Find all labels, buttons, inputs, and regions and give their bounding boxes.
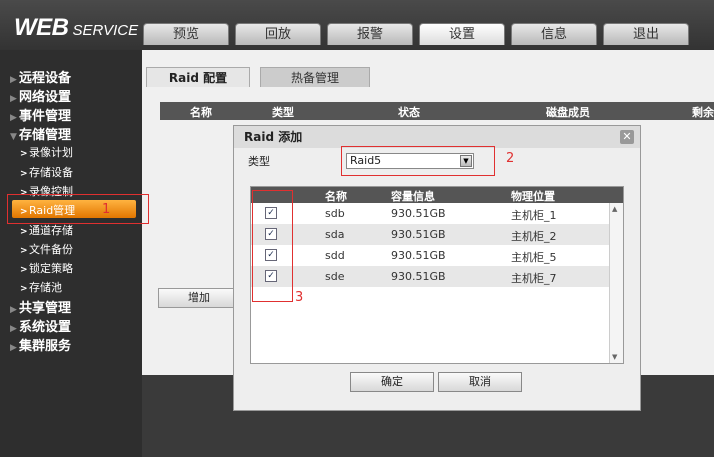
- sidebar-item-storage[interactable]: ▼ 存储管理: [10, 124, 71, 143]
- chevron-right-icon: >: [20, 246, 28, 256]
- tab-hot-spare[interactable]: 热备管理: [260, 67, 370, 87]
- annotation-box-3: [252, 190, 293, 302]
- sidebar-item-label: 网络设置: [19, 90, 72, 105]
- dialog-title: Raid 添加: [234, 126, 640, 148]
- sidebar-item-label: 锁定策略: [29, 262, 73, 275]
- sidebar-item-label: 存储设备: [29, 166, 73, 179]
- chevron-right-icon: ▶: [10, 75, 17, 85]
- annotation-number-2: 2: [506, 151, 515, 166]
- chevron-right-icon: ▶: [10, 94, 17, 104]
- raid-table-header: 名称 类型 状态 磁盘成员 剩余: [160, 102, 714, 120]
- annotation-number-1: 1: [102, 202, 111, 217]
- top-bar: WEB SERVICE 预览 回放 报警 设置 信息 退出: [0, 0, 714, 50]
- chevron-right-icon: >: [20, 149, 28, 159]
- disk-name: sdd: [325, 249, 345, 262]
- sidebar-item-label: 集群服务: [19, 339, 72, 354]
- logo-main: WEB: [14, 14, 69, 41]
- sidebar-item-label: 存储管理: [19, 128, 72, 143]
- sidebar-item-record-schedule[interactable]: >录像计划: [20, 144, 73, 160]
- annotation-box-2: [341, 146, 495, 176]
- add-button[interactable]: 增加: [158, 288, 240, 308]
- sidebar-item-event[interactable]: ▶ 事件管理: [10, 105, 71, 124]
- scrollbar[interactable]: ▲ ▼: [609, 203, 623, 363]
- col-location: 物理位置: [511, 190, 555, 203]
- disk-list-header: 名称 容量信息 物理位置: [251, 187, 623, 203]
- sidebar-item-label: 系统设置: [19, 320, 72, 335]
- nav-tab-playback[interactable]: 回放: [235, 23, 321, 45]
- chevron-right-icon: ▶: [10, 324, 17, 334]
- close-icon[interactable]: ✕: [620, 130, 634, 144]
- disk-list: 名称 容量信息 物理位置 ✓ sdb 930.51GB 主机柜_1 ✓ sda …: [250, 186, 624, 364]
- ok-button[interactable]: 确定: [350, 372, 434, 392]
- logo: WEB SERVICE: [14, 14, 138, 42]
- sidebar-item-channel-storage[interactable]: >通道存储: [20, 222, 73, 238]
- sidebar-item-storage-device[interactable]: >存储设备: [20, 164, 73, 180]
- disk-row[interactable]: ✓ sde 930.51GB 主机柜_7: [251, 266, 609, 287]
- col-type: 类型: [272, 106, 294, 119]
- disk-row[interactable]: ✓ sdb 930.51GB 主机柜_1: [251, 203, 609, 224]
- sidebar-item-label: 文件备份: [29, 243, 73, 256]
- annotation-box-1: [7, 194, 149, 224]
- scroll-down-icon[interactable]: ▼: [612, 353, 617, 361]
- sidebar-item-cluster[interactable]: ▶ 集群服务: [10, 335, 71, 354]
- disk-row[interactable]: ✓ sda 930.51GB 主机柜_2: [251, 224, 609, 245]
- sidebar-item-remote-device[interactable]: ▶ 远程设备: [10, 67, 71, 86]
- chevron-right-icon: >: [20, 265, 28, 275]
- chevron-right-icon: ▶: [10, 343, 17, 353]
- nav-tab-settings[interactable]: 设置: [419, 23, 505, 45]
- col-status: 状态: [398, 106, 420, 119]
- nav-tab-logout[interactable]: 退出: [603, 23, 689, 45]
- sidebar-item-network[interactable]: ▶ 网络设置: [10, 86, 71, 105]
- chevron-down-icon: ▼: [10, 132, 17, 142]
- sidebar-item-label: 远程设备: [19, 71, 72, 86]
- disk-location: 主机柜_5: [511, 251, 557, 264]
- nav-tab-alarm[interactable]: 报警: [327, 23, 413, 45]
- sidebar-item-system[interactable]: ▶ 系统设置: [10, 316, 71, 335]
- type-label: 类型: [248, 155, 270, 168]
- logo-sub: SERVICE: [72, 22, 139, 39]
- disk-location: 主机柜_2: [511, 230, 557, 243]
- disk-location: 主机柜_7: [511, 272, 557, 285]
- chevron-right-icon: ▶: [10, 305, 17, 315]
- sidebar-item-file-backup[interactable]: >文件备份: [20, 241, 73, 257]
- scroll-up-icon[interactable]: ▲: [612, 205, 617, 213]
- sidebar-item-label: 共享管理: [19, 301, 72, 316]
- col-remaining: 剩余: [692, 106, 714, 119]
- sidebar-item-label: 录像计划: [29, 146, 73, 159]
- nav-tab-info[interactable]: 信息: [511, 23, 597, 45]
- annotation-number-3: 3: [295, 290, 304, 305]
- sidebar-item-lock-policy[interactable]: >锁定策略: [20, 260, 73, 276]
- col-name: 名称: [190, 106, 212, 119]
- nav-tab-preview[interactable]: 预览: [143, 23, 229, 45]
- sidebar-item-label: 通道存储: [29, 224, 73, 237]
- chevron-right-icon: >: [20, 169, 28, 179]
- disk-row[interactable]: ✓ sdd 930.51GB 主机柜_5: [251, 245, 609, 266]
- disk-location: 主机柜_1: [511, 209, 557, 222]
- col-capacity: 容量信息: [391, 190, 435, 203]
- disk-capacity: 930.51GB: [391, 249, 446, 262]
- sidebar-item-storage-pool[interactable]: >存储池: [20, 279, 62, 295]
- sidebar-item-label: 存储池: [29, 281, 62, 294]
- disk-capacity: 930.51GB: [391, 207, 446, 220]
- sidebar-item-label: 事件管理: [19, 109, 72, 124]
- col-disk-name: 名称: [325, 190, 347, 203]
- chevron-right-icon: ▶: [10, 113, 17, 123]
- chevron-right-icon: >: [20, 227, 28, 237]
- chevron-right-icon: >: [20, 284, 28, 294]
- disk-name: sda: [325, 228, 345, 241]
- disk-name: sdb: [325, 207, 345, 220]
- disk-capacity: 930.51GB: [391, 228, 446, 241]
- sidebar-item-share[interactable]: ▶ 共享管理: [10, 297, 71, 316]
- tab-raid-config[interactable]: Raid 配置: [146, 67, 250, 87]
- cancel-button[interactable]: 取消: [438, 372, 522, 392]
- col-members: 磁盘成员: [546, 106, 590, 119]
- disk-name: sde: [325, 270, 345, 283]
- disk-capacity: 930.51GB: [391, 270, 446, 283]
